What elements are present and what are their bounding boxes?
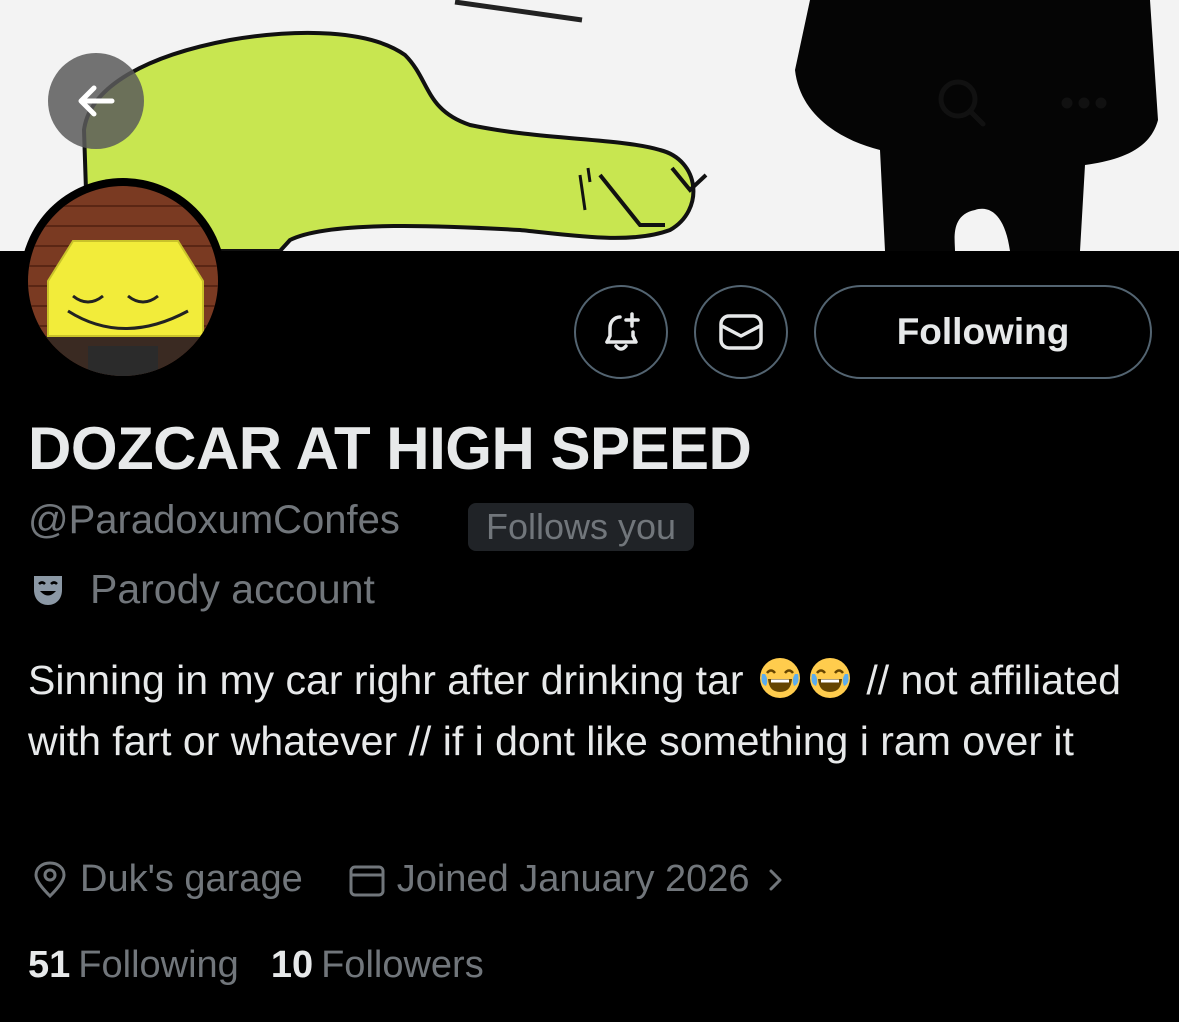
profile-meta: Duk's garage Joined January 2026	[30, 858, 798, 901]
search-icon	[938, 79, 986, 127]
bio-text-part1: Sinning in my car righr after drinking t…	[28, 657, 744, 703]
chevron-right-icon	[769, 869, 782, 890]
search-button[interactable]	[914, 55, 1010, 151]
message-button[interactable]	[694, 285, 788, 379]
location-text: Duk's garage	[80, 858, 303, 900]
handle: @ParadoxumConfes	[28, 498, 400, 542]
laughing-emoji-icon	[759, 658, 800, 698]
parody-account-label: Parody account	[90, 566, 375, 612]
joined-text: Joined January 2026	[396, 858, 750, 900]
location: Duk's garage	[30, 858, 303, 901]
following-label: Following	[78, 944, 239, 986]
arrow-left-icon	[78, 85, 115, 117]
following-stat[interactable]: 51 Following	[28, 944, 239, 987]
more-horizontal-icon	[1061, 97, 1107, 109]
calendar-icon	[349, 865, 385, 896]
envelope-icon	[719, 314, 763, 350]
display-name: DOZCAR AT HIGH SPEED	[28, 415, 752, 482]
followers-count: 10	[270, 944, 314, 986]
theater-mask-icon	[34, 575, 62, 605]
joined-date[interactable]: Joined January 2026	[347, 858, 798, 901]
laughing-emoji-icon	[809, 658, 850, 698]
location-pin-icon	[34, 860, 66, 898]
bio: Sinning in my car righr after drinking t…	[28, 650, 1158, 772]
follow-stats: 51 Following 10 Followers	[28, 944, 484, 987]
bell-plus-icon	[605, 312, 640, 351]
back-button[interactable]	[48, 53, 144, 149]
following-count: 51	[28, 944, 71, 986]
following-button[interactable]: Following	[814, 285, 1152, 379]
avatar[interactable]	[20, 178, 226, 384]
notify-button[interactable]	[574, 285, 668, 379]
followers-stat[interactable]: 10 Followers	[271, 944, 484, 987]
avatar-image	[28, 186, 218, 376]
follows-you-badge: Follows you	[468, 503, 695, 551]
parody-label-row: Parody account	[30, 566, 375, 613]
followers-label: Followers	[321, 944, 484, 986]
more-options-button[interactable]	[1036, 55, 1132, 151]
